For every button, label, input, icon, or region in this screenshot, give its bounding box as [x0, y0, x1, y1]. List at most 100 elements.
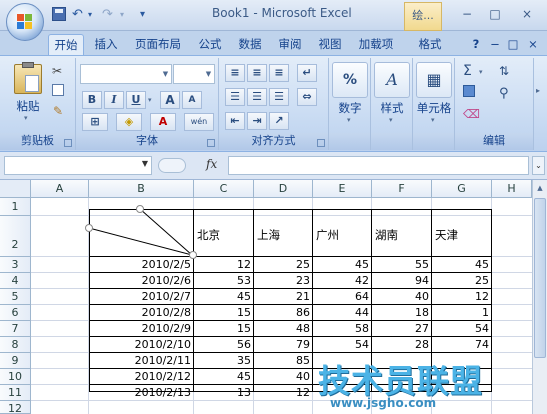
help-icon[interactable]: ?	[468, 34, 484, 55]
date-cell[interactable]: 2010/2/9	[89, 322, 194, 336]
value-cell[interactable]: 45	[432, 258, 492, 272]
autosum-dropdown-icon[interactable]: ▾	[479, 68, 483, 76]
percent-icon[interactable]: %	[332, 62, 368, 98]
align-left-icon[interactable]: ☰	[225, 88, 245, 106]
close-button[interactable]: ×	[516, 4, 538, 24]
find-select-icon[interactable]: ⚲	[499, 86, 509, 101]
tab-review[interactable]: 审阅	[272, 34, 308, 55]
value-cell[interactable]: 15	[194, 322, 254, 336]
orientation-icon[interactable]: ↗	[269, 112, 289, 130]
value-cell[interactable]: 23	[254, 274, 313, 288]
cells-label[interactable]: 单元格	[413, 100, 455, 116]
value-cell[interactable]: 64	[313, 290, 372, 304]
shrink-font-button[interactable]: A	[182, 91, 202, 109]
font-launcher-icon[interactable]	[207, 139, 215, 147]
formula-input[interactable]	[228, 156, 529, 175]
cut-icon[interactable]: ✂	[52, 64, 62, 78]
number-dropdown-icon[interactable]: ▾	[347, 116, 351, 124]
value-cell[interactable]: 18	[372, 306, 432, 320]
tab-formulas[interactable]: 公式	[192, 34, 228, 55]
value-cell[interactable]: 42	[313, 274, 372, 288]
date-cell[interactable]: 2010/2/12	[89, 370, 194, 384]
value-cell[interactable]: 15	[194, 306, 254, 320]
scrollbar-thumb[interactable]	[534, 198, 546, 358]
quick-access-menu-icon[interactable]: ▾	[140, 7, 145, 23]
value-cell[interactable]: 12	[254, 386, 313, 400]
value-cell[interactable]: 45	[194, 370, 254, 384]
tab-insert[interactable]: 插入	[88, 34, 124, 55]
undo-dropdown-icon[interactable]: ▾	[88, 7, 92, 23]
underline-button[interactable]: U	[126, 91, 146, 109]
tab-page-layout[interactable]: 页面布局	[128, 34, 188, 55]
maximize-button[interactable]: □	[484, 4, 506, 24]
value-cell[interactable]: 1	[432, 306, 492, 320]
header-cell-tianjin[interactable]: 天津	[432, 228, 458, 242]
value-cell[interactable]: 28	[372, 338, 432, 352]
vertical-scrollbar[interactable]: ▲	[532, 180, 547, 414]
value-cell[interactable]: 85	[254, 354, 313, 368]
office-button[interactable]	[6, 3, 44, 41]
header-cell-beijing[interactable]: 北京	[194, 228, 220, 242]
align-bottom-icon[interactable]: ≡	[269, 64, 289, 82]
value-cell[interactable]: 25	[254, 258, 313, 272]
borders-icon[interactable]: ⊞	[82, 113, 108, 131]
date-cell[interactable]: 2010/2/13	[89, 386, 194, 400]
value-cell[interactable]: 74	[432, 338, 492, 352]
underline-dropdown-icon[interactable]: ▾	[148, 96, 152, 104]
value-cell[interactable]: 56	[194, 338, 254, 352]
clear-icon[interactable]: ⌫	[463, 107, 480, 121]
decrease-indent-icon[interactable]: ⇤	[225, 112, 245, 130]
tab-home[interactable]: 开始	[48, 34, 84, 55]
sort-filter-icon[interactable]: ⇅	[499, 64, 509, 78]
value-cell[interactable]: 54	[432, 322, 492, 336]
paste-label[interactable]: 粘贴	[12, 98, 44, 114]
undo-icon[interactable]: ↶	[72, 7, 83, 23]
value-cell[interactable]: 55	[372, 258, 432, 272]
value-cell[interactable]: 58	[313, 322, 372, 336]
font-size-select[interactable]: ▼	[173, 64, 215, 84]
increase-indent-icon[interactable]: ⇥	[247, 112, 267, 130]
formula-bar-splitter[interactable]	[158, 158, 186, 173]
redo-icon[interactable]: ↷	[102, 7, 113, 23]
date-cell[interactable]: 2010/2/6	[89, 274, 194, 288]
italic-button[interactable]: I	[104, 91, 124, 109]
header-cell-guangzhou[interactable]: 广州	[313, 228, 339, 242]
value-cell[interactable]: 94	[372, 274, 432, 288]
font-color-icon[interactable]: A	[150, 113, 176, 131]
header-cell-shanghai[interactable]: 上海	[254, 228, 280, 242]
styles-label[interactable]: 样式	[371, 100, 413, 116]
align-center-icon[interactable]: ☰	[247, 88, 267, 106]
clipboard-launcher-icon[interactable]	[64, 139, 72, 147]
value-cell[interactable]: 54	[313, 338, 372, 352]
minimize-button[interactable]: −	[456, 4, 478, 24]
grow-font-button[interactable]: A	[160, 91, 180, 109]
save-icon[interactable]	[52, 7, 66, 21]
number-label[interactable]: 数字	[329, 100, 371, 116]
ribbon-scroll-icon[interactable]: ▸	[536, 86, 540, 95]
ribbon-close-icon[interactable]: ×	[526, 34, 540, 55]
cells-icon[interactable]: ▦	[416, 62, 452, 98]
copy-icon[interactable]	[52, 84, 64, 96]
merge-center-icon[interactable]: ⇔	[297, 88, 317, 106]
paste-icon[interactable]	[14, 62, 42, 94]
styles-dropdown-icon[interactable]: ▾	[389, 116, 393, 124]
value-cell[interactable]: 53	[194, 274, 254, 288]
align-middle-icon[interactable]: ≡	[247, 64, 267, 82]
value-cell[interactable]: 13	[194, 386, 254, 400]
value-cell[interactable]: 25	[432, 274, 492, 288]
expand-formula-bar-icon[interactable]: ⌄	[532, 156, 545, 175]
value-cell[interactable]: 86	[254, 306, 313, 320]
date-cell[interactable]: 2010/2/8	[89, 306, 194, 320]
date-cell[interactable]: 2010/2/5	[89, 258, 194, 272]
value-cell[interactable]: 27	[372, 322, 432, 336]
value-cell[interactable]: 35	[194, 354, 254, 368]
value-cell[interactable]: 79	[254, 338, 313, 352]
header-cell-hunan[interactable]: 湖南	[372, 228, 398, 242]
font-name-select[interactable]: ▼	[80, 64, 172, 84]
name-box[interactable]: ▼	[4, 156, 152, 175]
context-tab-drawing[interactable]: 绘...	[404, 2, 442, 31]
ribbon-restore-icon[interactable]: □	[506, 34, 520, 55]
value-cell[interactable]: 45	[313, 258, 372, 272]
paste-dropdown-icon[interactable]: ▾	[24, 114, 28, 122]
ribbon-minimize-icon[interactable]: −	[488, 34, 502, 55]
